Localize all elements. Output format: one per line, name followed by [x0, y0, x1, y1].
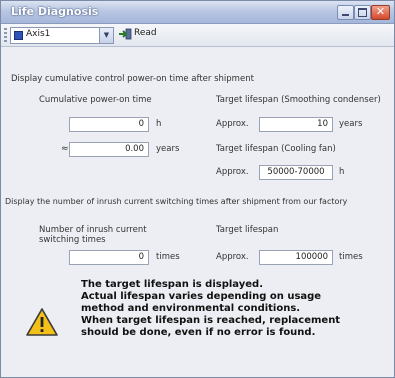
read-button[interactable]: Read — [118, 27, 157, 42]
approx-label-inrush: Approx. — [216, 252, 249, 262]
axis-select[interactable]: Axis1 ▼ — [10, 27, 114, 44]
axis-select-value: Axis1 — [26, 29, 51, 39]
hours-unit: h — [156, 119, 162, 129]
fan-unit: h — [339, 167, 345, 177]
warning-message: The target lifespan is displayed. Actual… — [81, 279, 381, 339]
fan-lifespan-field: 50000-70000 — [259, 165, 333, 180]
approx-label-fan: Approx. — [216, 167, 249, 177]
read-icon — [119, 28, 132, 40]
chevron-down-icon[interactable]: ▼ — [99, 28, 113, 43]
warning-line: When target lifespan is reached, replace… — [81, 315, 341, 326]
target-fan-label: Target lifespan (Cooling fan) — [216, 144, 336, 154]
condenser-unit: years — [339, 119, 363, 129]
power-on-section-label: Display cumulative control power-on time… — [11, 74, 254, 84]
window-title: Life Diagnosis — [11, 5, 99, 18]
inrush-section-label: Display the number of inrush current swi… — [5, 197, 348, 206]
inrush-target-label: Target lifespan — [216, 225, 279, 235]
toolbar-grip[interactable] — [4, 28, 7, 42]
years-unit: years — [156, 144, 180, 154]
close-button[interactable]: ✕ — [371, 5, 390, 20]
read-label: Read — [134, 28, 157, 38]
warning-triangle-icon — [26, 308, 58, 336]
inrush-count-label-line2: switching times — [39, 235, 106, 245]
inrush-target-field: 100000 — [259, 250, 333, 265]
inrush-count-label-line1: Number of inrush current — [39, 225, 147, 235]
maximize-button[interactable] — [354, 5, 371, 20]
cumulative-power-on-label: Cumulative power-on time — [39, 95, 152, 105]
approx-symbol: ≈ — [61, 144, 69, 154]
inrush-target-unit: times — [339, 252, 363, 262]
close-icon: ✕ — [375, 5, 386, 18]
maximize-icon — [358, 8, 367, 17]
warning-line: should be done, even if no error is foun… — [81, 327, 316, 338]
warning-line: method and environmental conditions. — [81, 303, 301, 314]
minimize-icon — [342, 14, 349, 16]
toolbar: Axis1 ▼ Read — [1, 24, 394, 47]
approx-label-condenser: Approx. — [216, 119, 249, 129]
warning-line: The target lifespan is displayed. — [81, 279, 263, 290]
inrush-count-field: 0 — [69, 250, 149, 265]
warning-line: Actual lifespan varies depending on usag… — [81, 291, 322, 302]
title-bar[interactable]: Life Diagnosis ✕ — [1, 1, 394, 24]
power-on-hours-field: 0 — [69, 117, 149, 132]
minimize-button[interactable] — [337, 5, 354, 20]
condenser-lifespan-field: 10 — [259, 117, 333, 132]
power-on-years-field: 0.00 — [69, 142, 149, 157]
content-panel: Display cumulative control power-on time… — [1, 47, 394, 377]
inrush-count-unit: times — [156, 252, 180, 262]
axis-icon — [14, 31, 23, 40]
life-diagnosis-window: Life Diagnosis ✕ Axis1 ▼ Read Display cu — [0, 0, 395, 378]
target-condenser-label: Target lifespan (Smoothing condenser) — [216, 95, 381, 105]
